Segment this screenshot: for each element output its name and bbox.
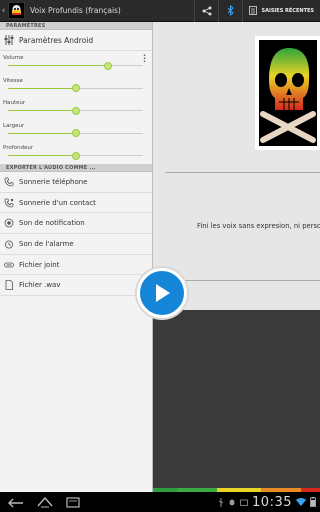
export-item-label: Sonnerie d'un contact [19,198,96,207]
bluetooth-icon [227,5,234,16]
recents-nav-button[interactable] [66,493,80,512]
export-item-label: Fichier joint [19,260,60,269]
slider-label: Largeur [3,122,25,129]
battery-icon [310,497,316,507]
export-attachment[interactable]: Fichier joint [0,255,152,276]
slider-track[interactable] [8,151,143,160]
export-ringtone[interactable]: Sonnerie téléphone [0,172,152,193]
attachment-icon [4,262,14,267]
slider-volume: Volume · · · [0,51,152,74]
slider-fill [8,65,108,66]
voice-description: Fini les voix sans expresion, ni person [197,222,320,230]
slider-label: Hauteur [3,100,26,106]
slider-label: Vitesse [3,77,23,84]
export-contact-ringtone[interactable]: Sonnerie d'un contact [0,193,152,214]
slider-fill [8,87,76,89]
slider-fill [8,155,76,156]
back-nav-icon [8,498,23,507]
export-item-label: Son de l'alarme [19,239,74,248]
slider-speed: Vitesse [0,74,152,97]
system-bar: 10:35 [0,492,320,512]
recent-inputs-label: SAISIES RÉCENTES [261,7,314,14]
voice-detail-panel: Fini les voix sans expresion, ni person [152,22,320,492]
recent-list-icon [249,6,258,15]
slider-width: Largeur [0,119,152,142]
slider-depth: Profondeur [0,141,152,164]
android-params-row[interactable]: Paramètres Android [0,30,152,51]
phone-icon [4,177,14,187]
slider-label: Profondeur [3,145,34,151]
slider-thumb[interactable] [71,84,80,92]
export-notification[interactable]: Son de notification [0,213,152,235]
contact-phone-icon [4,198,14,207]
divider [165,280,320,281]
export-alarm[interactable]: Son de l'alarme [0,234,152,255]
home-nav-icon [37,496,53,507]
slider-thumb[interactable] [103,61,112,70]
slider-track[interactable] [8,84,143,92]
screenshot-icon [240,499,248,506]
app-logo[interactable] [8,2,25,19]
slider-thumb[interactable] [71,129,80,137]
notification-icon [4,218,14,228]
action-bar: ‹ Voix Profundis (français) SAISIES RÉCE… [0,0,320,22]
export-wav[interactable]: Fichier .wav [0,275,152,297]
slider-track[interactable] [8,106,143,115]
slider-label: Volume [3,55,24,61]
player-area [153,310,320,492]
export-item-label: Son de notification [19,219,85,228]
params-section-header: PARAMÈTRES [0,22,152,30]
voice-cover-image [255,36,320,150]
slider-fill [8,110,76,111]
overflow-menu-icon[interactable]: · · · [143,52,146,66]
recents-nav-icon [66,496,80,508]
status-area[interactable]: 10:35 [218,492,316,512]
export-list: Sonnerie téléphone Sonnerie d'un contact… [0,172,152,297]
export-section-header: EXPORTER L'AUDIO COMME ... [0,164,152,172]
slider-pitch: Hauteur [0,96,152,119]
play-icon [156,284,170,302]
debug-icon [229,499,235,506]
settings-panel: PARAMÈTRES Paramètres Android Volume · · ·… [0,22,152,492]
share-button[interactable] [194,0,218,22]
export-item-label: Fichier .wav [19,281,61,290]
slider-fill [8,132,76,134]
divider [165,172,320,173]
home-nav-button[interactable] [37,493,53,512]
slider-thumb[interactable] [71,151,80,160]
slider-thumb[interactable] [71,106,80,115]
share-icon [202,6,212,15]
usb-icon [218,497,224,507]
sliders-icon [4,35,14,45]
file-icon [5,280,13,291]
clock: 10:35 [252,494,292,510]
back-nav-button[interactable] [8,493,24,512]
slider-track[interactable] [8,129,143,137]
export-item-label: Sonnerie téléphone [19,177,88,186]
sliders-group: Volume · · · Vitesse Hauteur Largeur Pro… [0,51,152,164]
android-params-label: Paramètres Android [19,35,94,45]
alarm-icon [5,240,13,249]
wifi-icon [296,498,306,506]
bluetooth-button[interactable] [218,0,242,22]
app-title: Voix Profundis (français) [30,6,121,15]
slider-track[interactable] [8,61,143,70]
play-button[interactable] [137,268,187,318]
recent-inputs-button[interactable]: SAISIES RÉCENTES [242,0,320,22]
back-chevron-icon[interactable]: ‹ [0,0,7,22]
